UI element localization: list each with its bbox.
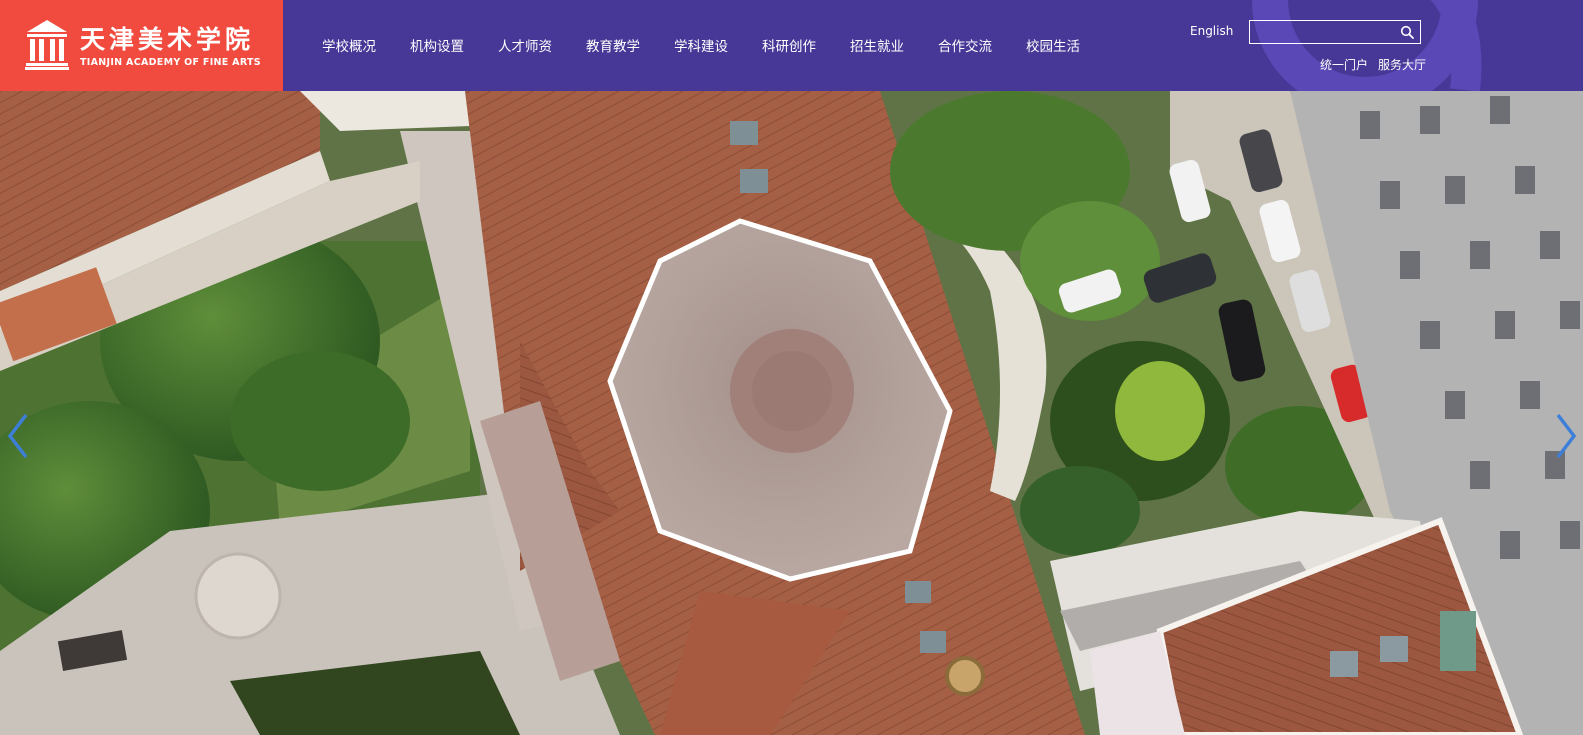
- nav-item-education[interactable]: 教育教学: [569, 0, 657, 55]
- chevron-right-icon[interactable]: [1550, 411, 1580, 461]
- nav-item-cooperation[interactable]: 合作交流: [921, 0, 1009, 55]
- chevron-left-icon[interactable]: [4, 411, 34, 461]
- service-hall-link[interactable]: 服务大厅: [1378, 56, 1426, 73]
- site-header: 天津美术学院 TIANJIN ACADEMY OF FINE ARTS 学校概况…: [0, 0, 1583, 91]
- nav-item-campus-life[interactable]: 校园生活: [1009, 0, 1097, 55]
- search-input[interactable]: [1254, 23, 1394, 41]
- site-logo[interactable]: 天津美术学院 TIANJIN ACADEMY OF FINE ARTS: [0, 0, 283, 91]
- main-nav: 学校概况 机构设置 人才师资 教育教学 学科建设 科研创作 招生就业 合作交流 …: [305, 0, 1097, 91]
- columns-emblem-icon: [25, 20, 69, 70]
- search-icon[interactable]: [1400, 25, 1414, 39]
- logo-name-cn: 天津美术学院: [80, 25, 255, 54]
- nav-item-research[interactable]: 科研创作: [745, 0, 833, 55]
- logo-name-en: TIANJIN ACADEMY OF FINE ARTS: [80, 57, 261, 68]
- nav-item-overview[interactable]: 学校概况: [305, 0, 393, 55]
- nav-item-faculty[interactable]: 人才师资: [481, 0, 569, 55]
- hero-banner: [0, 91, 1583, 735]
- nav-item-admissions[interactable]: 招生就业: [833, 0, 921, 55]
- unified-portal-link[interactable]: 统一门户: [1320, 56, 1368, 73]
- nav-item-disciplines[interactable]: 学科建设: [657, 0, 745, 55]
- header-decoration: [1252, 0, 1482, 91]
- search-box: [1249, 20, 1421, 44]
- english-link[interactable]: English: [1190, 24, 1233, 38]
- campus-aerial-photo: [0, 91, 1583, 735]
- nav-item-organization[interactable]: 机构设置: [393, 0, 481, 55]
- utility-links: 统一门户 服务大厅: [1320, 56, 1426, 73]
